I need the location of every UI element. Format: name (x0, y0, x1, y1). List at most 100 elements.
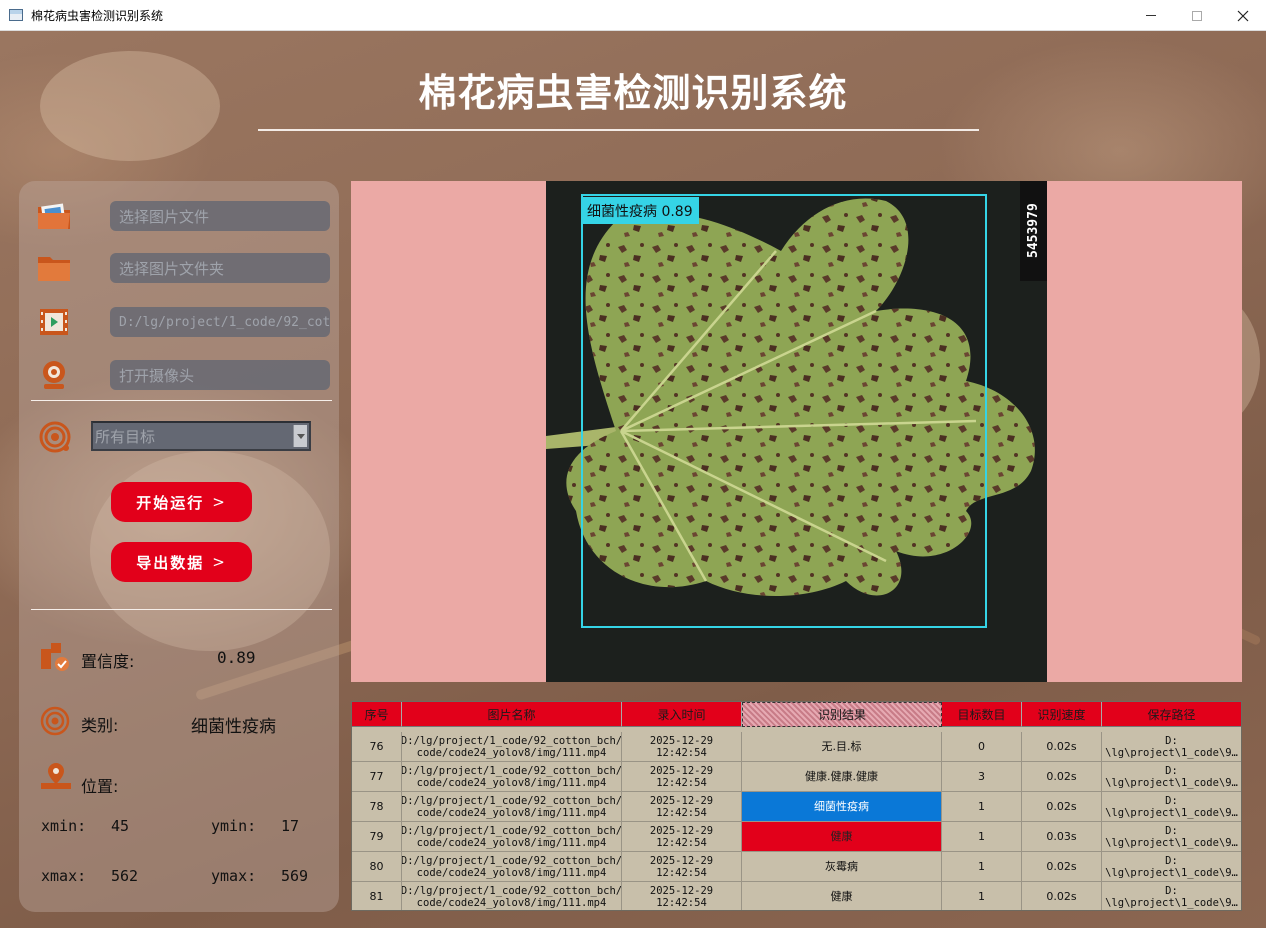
confidence-label: 置信度: (81, 652, 135, 671)
cell-result[interactable]: 健康.健康.健康 (742, 762, 942, 792)
table-row[interactable]: 79 D:/lg/project/1_code/92_cotton_bch/ co… (352, 822, 1241, 852)
camera-input[interactable]: 打开摄像头 (110, 360, 330, 390)
results-table[interactable]: 序号 图片名称 录入时间 识别结果 目标数目 识别速度 保存路径 76 D:/lg… (351, 701, 1242, 911)
col-header-result[interactable]: 识别结果 (742, 702, 942, 727)
cell-result[interactable]: 无.目.标 (742, 732, 942, 762)
cell-index[interactable]: 80 (352, 852, 402, 882)
class-value: 细菌性疫病 (191, 717, 276, 737)
col-header-image-name[interactable]: 图片名称 (402, 702, 622, 727)
minimize-icon (1146, 15, 1156, 16)
panel-divider (31, 609, 332, 610)
cell-image-name[interactable]: D:/lg/project/1_code/92_cotton_bch/ code… (402, 882, 622, 910)
chevron-down-icon[interactable] (293, 425, 307, 447)
location-icon (40, 761, 72, 795)
folder-icon[interactable] (37, 253, 71, 283)
cell-time[interactable]: 2025-12-29 12:42:54 (622, 822, 742, 852)
cell-time[interactable]: 2025-12-29 12:42:54 (622, 762, 742, 792)
cell-result[interactable]: 健康 (742, 822, 942, 852)
cell-target-count[interactable]: 3 (942, 762, 1022, 792)
cell-speed[interactable]: 0.02s (1022, 882, 1102, 910)
start-button[interactable]: 开始运行 > (111, 482, 252, 522)
xmax-label: xmax: (41, 867, 87, 885)
target-select[interactable]: 所有目标 (91, 421, 311, 451)
start-button-label: 开始运行 (136, 493, 205, 512)
cell-save-path[interactable]: D: \lg\project\1_code\9… (1102, 852, 1241, 882)
cell-result[interactable]: 健康 (742, 882, 942, 910)
cell-speed[interactable]: 0.03s (1022, 822, 1102, 852)
sample-id-label: 5453979 (1020, 181, 1047, 281)
cell-image-name[interactable]: D:/lg/project/1_code/92_cotton_bch/ code… (402, 762, 622, 792)
cell-time[interactable]: 2025-12-29 12:42:54 (622, 732, 742, 762)
cell-index[interactable]: 77 (352, 762, 402, 792)
detection-label: 细菌性疫病 0.89 (581, 197, 699, 224)
image-file-icon[interactable] (37, 201, 71, 231)
image-file-input[interactable]: 选择图片文件 (110, 201, 330, 231)
cell-index[interactable]: 79 (352, 822, 402, 852)
cell-index[interactable]: 81 (352, 882, 402, 910)
cell-speed[interactable]: 0.02s (1022, 732, 1102, 762)
ymin-label: ymin: (211, 817, 257, 835)
cell-image-name[interactable]: D:/lg/project/1_code/92_cotton_bch/ code… (402, 852, 622, 882)
table-row[interactable]: 77 D:/lg/project/1_code/92_cotton_bch/ co… (352, 762, 1241, 792)
cell-result[interactable]: 灰霉病 (742, 852, 942, 882)
col-header-target-count[interactable]: 目标数目 (942, 702, 1022, 727)
close-icon (1237, 10, 1249, 21)
xmax-value: 562 (111, 867, 139, 885)
target-filter-icon (38, 421, 72, 453)
col-header-index[interactable]: 序号 (352, 702, 402, 727)
cell-time[interactable]: 2025-12-29 12:42:54 (622, 852, 742, 882)
image-folder-input[interactable]: 选择图片文件夹 (110, 253, 330, 283)
minimize-button[interactable] (1128, 0, 1174, 31)
export-button[interactable]: 导出数据 > (111, 542, 252, 582)
cell-target-count[interactable]: 1 (942, 882, 1022, 910)
table-row[interactable]: 81 D:/lg/project/1_code/92_cotton_bch/ co… (352, 882, 1241, 910)
chevron-right-icon: > (212, 493, 227, 511)
cell-time[interactable]: 2025-12-29 12:42:54 (622, 792, 742, 822)
cell-result[interactable]: 细菌性疫病 (742, 792, 942, 822)
position-label: 位置: (81, 777, 119, 796)
camera-icon[interactable] (37, 360, 71, 390)
class-label: 类别: (81, 716, 119, 735)
ymax-value: 569 (281, 867, 309, 885)
panel-divider (31, 400, 332, 401)
ymax-label: ymax: (211, 867, 257, 885)
xmin-label: xmin: (41, 817, 87, 835)
video-icon[interactable] (37, 307, 71, 337)
target-select-value: 所有目标 (95, 427, 156, 446)
cell-image-name[interactable]: D:/lg/project/1_code/92_cotton_bch/ code… (402, 792, 622, 822)
image-display: 5453979 细菌性疫病 0.89 (351, 181, 1242, 682)
table-row[interactable]: 76 D:/lg/project/1_code/92_cotton_bch/ co… (352, 732, 1241, 762)
cell-save-path[interactable]: D: \lg\project\1_code\9… (1102, 732, 1241, 762)
cell-save-path[interactable]: D: \lg\project\1_code\9… (1102, 792, 1241, 822)
cell-speed[interactable]: 0.02s (1022, 762, 1102, 792)
control-panel: 选择图片文件 选择图片文件夹 D:/lg/project/1_code/92_c… (19, 181, 339, 912)
table-row[interactable]: 80 D:/lg/project/1_code/92_cotton_bch/ co… (352, 852, 1241, 882)
cell-speed[interactable]: 0.02s (1022, 792, 1102, 822)
leaf-photo: 5453979 细菌性疫病 0.89 (546, 181, 1047, 682)
page-title: 棉花病虫害检测识别系统 (418, 71, 848, 115)
cell-speed[interactable]: 0.02s (1022, 852, 1102, 882)
cell-image-name[interactable]: D:/lg/project/1_code/92_cotton_bch/ code… (402, 732, 622, 762)
cell-index[interactable]: 78 (352, 792, 402, 822)
cell-target-count[interactable]: 1 (942, 792, 1022, 822)
maximize-button[interactable] (1174, 0, 1220, 31)
video-path-input[interactable]: D:/lg/project/1_code/92_cot (110, 307, 330, 337)
cell-save-path[interactable]: D: \lg\project\1_code\9… (1102, 882, 1241, 910)
cell-target-count[interactable]: 1 (942, 822, 1022, 852)
table-row[interactable]: 78 D:/lg/project/1_code/92_cotton_bch/ co… (352, 792, 1241, 822)
cell-time[interactable]: 2025-12-29 12:42:54 (622, 882, 742, 910)
image-folder-row: 选择图片文件夹 (37, 251, 330, 285)
confidence-value: 0.89 (217, 648, 256, 667)
close-button[interactable] (1220, 0, 1266, 31)
cell-save-path[interactable]: D: \lg\project\1_code\9… (1102, 762, 1241, 792)
cell-target-count[interactable]: 1 (942, 852, 1022, 882)
xmin-value: 45 (111, 817, 130, 835)
cell-index[interactable]: 76 (352, 732, 402, 762)
maximize-icon (1192, 10, 1202, 21)
col-header-speed[interactable]: 识别速度 (1022, 702, 1102, 727)
col-header-time[interactable]: 录入时间 (622, 702, 742, 727)
col-header-save-path[interactable]: 保存路径 (1102, 702, 1241, 727)
cell-target-count[interactable]: 0 (942, 732, 1022, 762)
cell-image-name[interactable]: D:/lg/project/1_code/92_cotton_bch/ code… (402, 822, 622, 852)
cell-save-path[interactable]: D: \lg\project\1_code\9… (1102, 822, 1241, 852)
